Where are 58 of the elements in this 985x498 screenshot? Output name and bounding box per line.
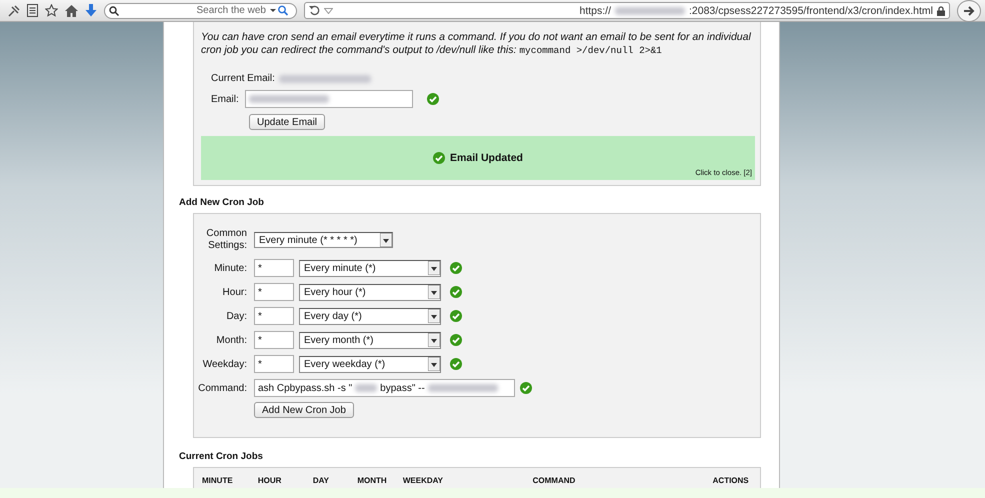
- update-email-button[interactable]: Update Email: [249, 114, 326, 130]
- home-icon[interactable]: [65, 4, 78, 16]
- schedule-dropdown[interactable]: Every weekday (*): [299, 356, 441, 372]
- schedule-input[interactable]: *: [254, 283, 294, 301]
- column-header: MONTH: [357, 476, 388, 487]
- column-header: WEEKDAY: [402, 476, 444, 487]
- caret-icon: [428, 285, 440, 299]
- forward-button[interactable]: [957, 0, 981, 22]
- add-cron-job-button[interactable]: Add New Cron Job: [254, 402, 354, 418]
- schedule-input[interactable]: *: [254, 307, 294, 325]
- column-header: DAY: [312, 476, 330, 487]
- address-bar[interactable]: https:// :2083/cpsess227273595/frontend/x3/cron/index.html: [304, 2, 950, 19]
- section-heading: Current Cron Jobs: [178, 450, 264, 464]
- url-text: https://: [579, 4, 611, 16]
- field-label: Month:: [215, 334, 247, 346]
- schedule-dropdown[interactable]: Every minute (*): [299, 260, 441, 276]
- field-label: Day:: [225, 310, 247, 322]
- notice-text: You can have cron send an email everytime it runs a command. If you do not want an email to be sent for an individual cron job you can redirect the command's output to /dev/null like this: mycommand >/dev/null 2>&1: [201, 31, 752, 57]
- caret-icon: [380, 233, 392, 247]
- blurred-text: [615, 6, 685, 14]
- column-header: ACTIONS: [712, 476, 750, 487]
- reader-icon[interactable]: [27, 4, 38, 17]
- common-settings-dropdown[interactable]: Every minute (* * * * *): [254, 232, 393, 248]
- email-field[interactable]: [244, 90, 413, 108]
- reload-icon[interactable]: [309, 5, 320, 16]
- schedule-input[interactable]: *: [254, 355, 294, 373]
- url-text: :2083/cpsess227273595/frontend/x3/cron/index.html: [689, 4, 933, 16]
- column-header: MINUTE: [202, 476, 234, 487]
- lock-icon: [937, 6, 945, 16]
- caret-icon: [428, 309, 440, 323]
- schedule-dropdown[interactable]: Every month (*): [299, 332, 441, 348]
- pin-icon[interactable]: [8, 4, 20, 16]
- schedule-dropdown[interactable]: Every hour (*): [299, 284, 441, 300]
- schedule-input[interactable]: *: [254, 259, 294, 277]
- column-header: HOUR: [258, 476, 282, 487]
- caret-icon: [428, 261, 440, 275]
- field-label: Minute:: [213, 262, 247, 274]
- check-icon: [433, 152, 446, 164]
- search-field[interactable]: Search the web: [104, 2, 297, 18]
- field-label: Weekday:: [202, 358, 247, 370]
- search-icon: [109, 6, 119, 16]
- schedule-dropdown[interactable]: Every day (*): [299, 308, 441, 324]
- section-heading: Add New Cron Job: [178, 196, 265, 210]
- field-label: Common Settings:: [205, 228, 247, 252]
- field-label: Current Email:: [211, 73, 275, 84]
- download-icon[interactable]: [85, 4, 97, 17]
- command-field[interactable]: ash Cpbypass.sh -s " bypass" --: [254, 379, 515, 397]
- caret-icon: [428, 357, 440, 371]
- arrow-icon: [963, 4, 975, 16]
- history-dropdown-icon[interactable]: [324, 8, 333, 14]
- schedule-input[interactable]: *: [254, 331, 294, 349]
- field-label: Hour:: [222, 286, 247, 298]
- field-label: Email:: [211, 94, 239, 104]
- field-label: Command:: [197, 382, 247, 394]
- column-header: COMMAND: [532, 476, 576, 487]
- caret-icon: [428, 333, 440, 347]
- star-icon[interactable]: [45, 4, 58, 17]
- success-message: Email Updated: [450, 152, 523, 164]
